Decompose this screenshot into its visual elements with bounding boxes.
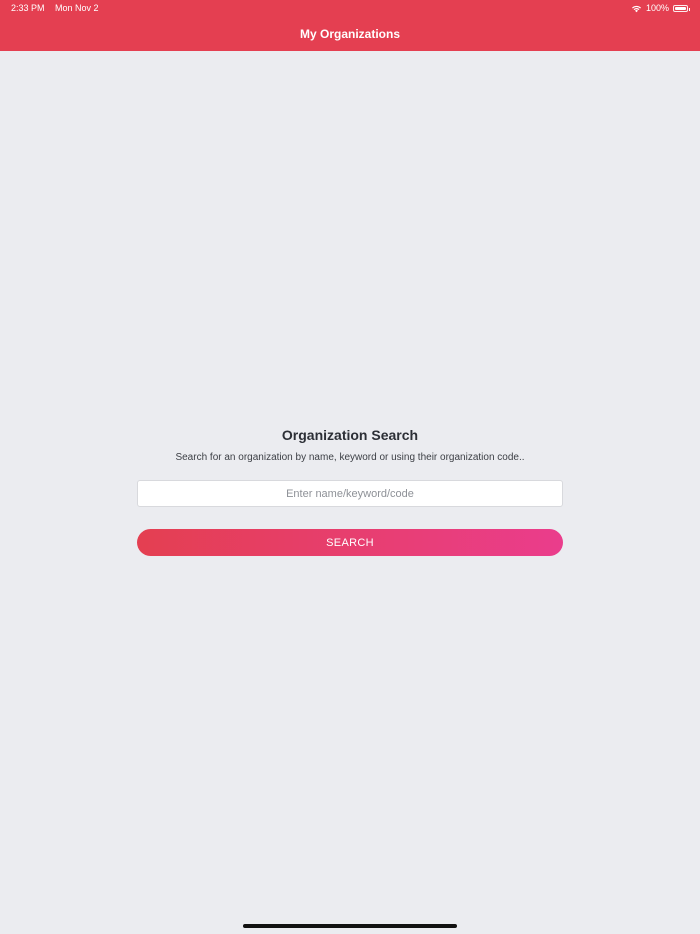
app-header: 2:33 PM Mon Nov 2 100% My Organizations bbox=[0, 0, 700, 51]
status-bar: 2:33 PM Mon Nov 2 100% bbox=[0, 0, 700, 17]
status-left: 2:33 PM Mon Nov 2 bbox=[11, 0, 99, 17]
search-subtitle: Search for an organization by name, keyw… bbox=[175, 452, 525, 463]
battery-percent: 100% bbox=[645, 3, 669, 13]
search-button[interactable]: SEARCH bbox=[137, 529, 563, 556]
wifi-icon bbox=[631, 5, 641, 13]
search-input[interactable] bbox=[137, 480, 563, 507]
status-right: 100% bbox=[631, 0, 690, 17]
search-title: Organization Search bbox=[281, 427, 419, 443]
status-time: 2:33 PM bbox=[11, 3, 45, 13]
page-title: My Organizations bbox=[299, 27, 400, 41]
status-date: Mon Nov 2 bbox=[55, 3, 99, 13]
home-indicator bbox=[243, 924, 457, 928]
battery-icon bbox=[673, 5, 690, 12]
organization-search-panel: Organization Search Search for an organi… bbox=[137, 426, 563, 556]
